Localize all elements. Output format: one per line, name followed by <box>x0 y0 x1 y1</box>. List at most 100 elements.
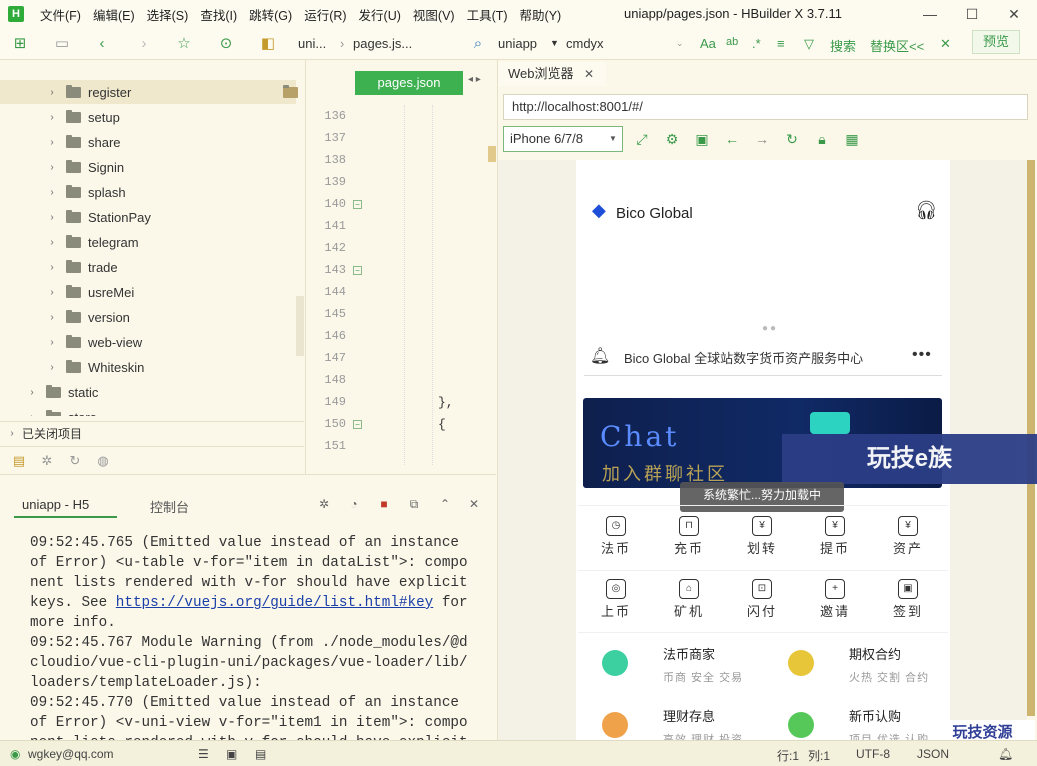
chevron-down-icon[interactable]: ▼ <box>550 38 559 48</box>
star-icon[interactable]: ☆ <box>174 34 194 54</box>
tree-item-telegram[interactable]: › telegram <box>0 230 296 254</box>
collapse-panel-icon[interactable]: ⌃ <box>437 496 453 512</box>
notice-text[interactable]: Bico Global 全球站数字货币资产服务中心 <box>624 348 863 367</box>
more-icon[interactable]: ••• <box>912 346 932 364</box>
tree-item-static[interactable]: › static <box>0 380 296 404</box>
find-in-files-icon[interactable]: ⌕ <box>468 34 488 54</box>
menu-item[interactable]: 选择(S) <box>147 5 189 24</box>
tree-scrollbar[interactable] <box>296 296 304 356</box>
regex-icon[interactable]: .* <box>752 36 761 51</box>
bug-icon[interactable]: ✲ <box>38 452 56 470</box>
qrcode-icon[interactable]: ▦ <box>843 130 861 148</box>
maximize-button[interactable]: ☐ <box>962 4 982 24</box>
preview-button[interactable]: 预览 <box>972 30 1020 54</box>
menu-item[interactable]: 帮助(Y) <box>520 5 562 24</box>
menu-item[interactable]: 发行(U) <box>359 5 401 24</box>
menu-item[interactable]: 查找(I) <box>200 5 237 24</box>
cursor-line[interactable]: 行:1 <box>777 747 799 764</box>
grid-item[interactable]: ◷ 法币 <box>580 510 652 568</box>
terminal-icon[interactable]: ▣ <box>226 747 237 761</box>
forward-arrow-icon[interactable]: → <box>753 130 771 148</box>
menu-item[interactable]: 编辑(E) <box>93 5 135 24</box>
refresh-icon[interactable]: ↻ <box>66 452 84 470</box>
align-icon[interactable]: ≡ <box>777 36 785 51</box>
open-external-icon[interactable]: ⧉ <box>406 496 422 512</box>
device-select[interactable]: iPhone 6/7/8 <box>503 126 623 152</box>
menu-item[interactable]: 跳转(G) <box>249 5 292 24</box>
carousel-dots[interactable]: ●● <box>762 323 778 334</box>
fold-toggle-icon[interactable]: − <box>353 200 362 209</box>
editor-scrollbar[interactable] <box>488 146 496 162</box>
tree-item-version[interactable]: › version <box>0 305 296 329</box>
tree-item-splash[interactable]: › splash <box>0 180 296 204</box>
project-scope-select[interactable]: uniapp <box>498 36 537 51</box>
back-icon[interactable]: ‹ <box>92 34 112 54</box>
new-file-icon[interactable]: ⊞ <box>10 34 30 54</box>
menu-item[interactable]: 运行(R) <box>304 5 346 24</box>
tab-console[interactable]: 控制台 <box>150 497 189 516</box>
tree-item-stationpay[interactable]: › StationPay <box>0 205 296 229</box>
output-icon[interactable]: ▤ <box>255 747 266 761</box>
tab-uniapp-h5[interactable]: uniapp - H5 <box>14 492 117 518</box>
stop-icon[interactable]: ■ <box>376 496 392 512</box>
clear-console-icon[interactable]: ✕ <box>466 496 482 512</box>
devtools-icon[interactable]: ▣ <box>693 130 711 148</box>
reload-icon[interactable]: ↻ <box>783 130 801 148</box>
headset-icon[interactable]: 🎧︎ <box>915 200 938 221</box>
tree-item-signin[interactable]: › Signin <box>0 155 296 179</box>
minimize-button[interactable]: — <box>920 4 940 24</box>
grid-item[interactable]: + 邀请 <box>799 573 871 631</box>
tree-item-setup[interactable]: › setup <box>0 105 296 129</box>
filter-icon[interactable]: ▽ <box>804 36 814 52</box>
list-icon[interactable]: ☰ <box>198 747 209 761</box>
grid-item[interactable]: ⌂ 矿机 <box>653 573 725 631</box>
close-search-icon[interactable]: ✕ <box>940 36 951 52</box>
grid-item[interactable]: ▣ 签到 <box>872 573 944 631</box>
closed-projects[interactable]: › 已关闭项目 <box>0 421 304 445</box>
whole-word-icon[interactable]: ab <box>726 36 738 48</box>
feature-card[interactable]: 期权合约 火热 交割 合约 <box>764 634 947 694</box>
back-arrow-icon[interactable]: ← <box>723 130 741 148</box>
breadcrumb-project[interactable]: uni... <box>298 36 326 51</box>
url-input[interactable]: http://localhost:8001/#/ <box>503 94 1028 120</box>
tree-item-whiteskin[interactable]: › Whiteskin <box>0 355 296 379</box>
menu-item[interactable]: 工具(T) <box>467 5 508 24</box>
restart-icon[interactable]: ◔ <box>346 496 362 512</box>
account-label[interactable]: wgkey@qq.com <box>28 747 114 761</box>
grid-item[interactable]: ⊓ 充币 <box>653 510 725 568</box>
tree-item-share[interactable]: › share <box>0 130 296 154</box>
tab-nav-arrows-icon[interactable]: ◂ ▸ <box>468 74 481 85</box>
replace-toggle[interactable]: 替换区<< <box>870 36 924 55</box>
encoding-label[interactable]: UTF-8 <box>856 747 890 761</box>
language-label[interactable]: JSON <box>917 747 949 761</box>
fold-toggle-icon[interactable]: − <box>353 420 362 429</box>
settings-icon[interactable]: ⚙ <box>663 130 681 148</box>
tree-item-trade[interactable]: › trade <box>0 255 296 279</box>
tree-item-usremei[interactable]: › usreMei <box>0 280 296 304</box>
grid-item[interactable]: ◎ 上币 <box>580 573 652 631</box>
palette-icon[interactable]: ◍ <box>94 452 112 470</box>
cursor-column[interactable]: 列:1 <box>808 747 830 764</box>
grid-item[interactable]: ⊡ 闪付 <box>726 573 798 631</box>
grid-item[interactable]: ¥ 提币 <box>799 510 871 568</box>
run-icon[interactable]: ⊙ <box>216 34 236 54</box>
grid-item[interactable]: ¥ 资产 <box>872 510 944 568</box>
search-input[interactable]: cmdyx <box>566 36 604 51</box>
save-icon[interactable]: ▭ <box>52 34 72 54</box>
tab-pages-json[interactable]: pages.json <box>355 71 463 95</box>
tree-item-store[interactable]: › store <box>0 405 296 416</box>
rotate-icon[interactable]: ⤢ <box>633 130 651 148</box>
breadcrumb-file[interactable]: pages.js... <box>353 36 412 51</box>
open-folder-icon[interactable] <box>283 84 298 98</box>
menu-item[interactable]: 文件(F) <box>40 5 81 24</box>
chevron-down-icon[interactable]: ▼ <box>609 134 617 143</box>
fold-toggle-icon[interactable]: − <box>353 266 362 275</box>
search-button[interactable]: 搜索 <box>830 36 856 55</box>
folder-icon[interactable]: ▤ <box>10 452 28 470</box>
feature-card[interactable]: 法币商家 币商 安全 交易 <box>578 634 761 694</box>
close-window-button[interactable]: ✕ <box>1004 4 1024 24</box>
grid-item[interactable]: ¥ 划转 <box>726 510 798 568</box>
console-link[interactable]: https://vuejs.org/guide/list.html#key <box>116 595 433 611</box>
tree-item-register[interactable]: › register <box>0 80 298 104</box>
lock-icon[interactable]: 🔒︎ <box>813 130 831 148</box>
